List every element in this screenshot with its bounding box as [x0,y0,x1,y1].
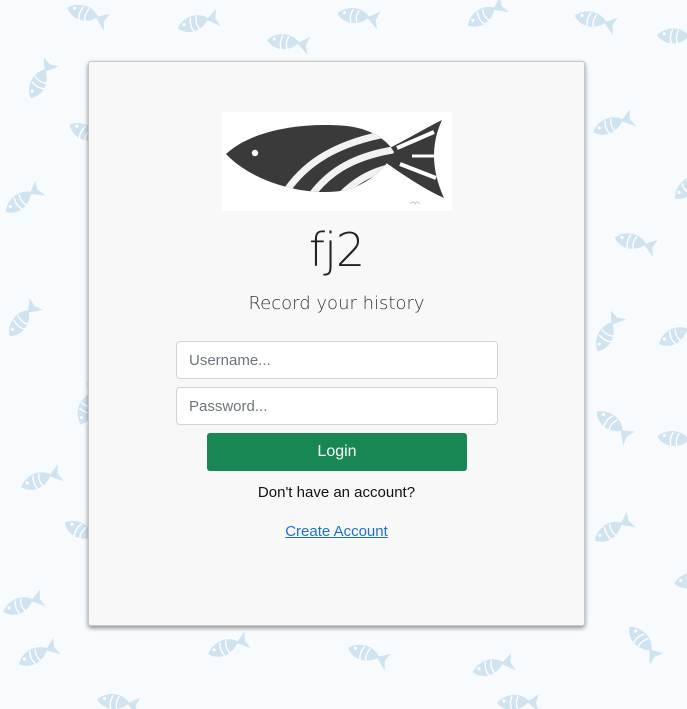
fish-pattern-icon [472,652,516,676]
fish-pattern-icon [657,28,687,44]
fish-pattern-icon [594,511,636,542]
password-input[interactable] [176,387,498,425]
fish-pattern-icon [614,233,658,258]
fish-pattern-icon [97,694,141,709]
striped-fish-icon [226,120,444,205]
fish-pattern-icon [467,0,509,27]
fish-pattern-icon [348,644,391,671]
fish-pattern-icon [267,34,311,55]
fish-pattern-icon [3,589,46,615]
app-tagline: Record your history [248,293,425,314]
create-account-link[interactable]: Create Account [285,523,388,540]
fish-pattern-icon [596,411,635,446]
fish-pattern-icon [629,626,664,665]
fish-pattern-icon [658,317,687,346]
app-name: fj2 [308,223,365,277]
fish-pattern-icon [593,109,636,135]
fish-pattern-icon [18,637,61,666]
username-input[interactable] [176,341,498,379]
fish-pattern-icon [657,431,687,447]
fish-pattern-icon [208,631,251,657]
app-logo [222,112,452,211]
fish-pattern-icon [67,4,110,31]
fish-pattern-icon [596,310,627,352]
create-account-row: Create Account [89,521,584,543]
fish-pattern-icon [21,464,64,490]
fish-pattern-icon [497,694,539,709]
fish-pattern-icon [337,8,381,30]
fish-pattern-icon [674,176,687,199]
fish-pattern-icon [5,180,46,213]
fish-pattern-icon [674,572,687,589]
fish-pattern-icon [9,298,44,337]
no-account-text: Don't have an account? [257,484,416,501]
login-button[interactable]: Login [207,433,467,471]
fish-pattern-icon [177,8,221,32]
login-card: fj2 Record your history Login Don't have… [88,61,585,626]
fish-pattern-icon [29,57,60,99]
fish-pattern-icon [574,11,618,36]
